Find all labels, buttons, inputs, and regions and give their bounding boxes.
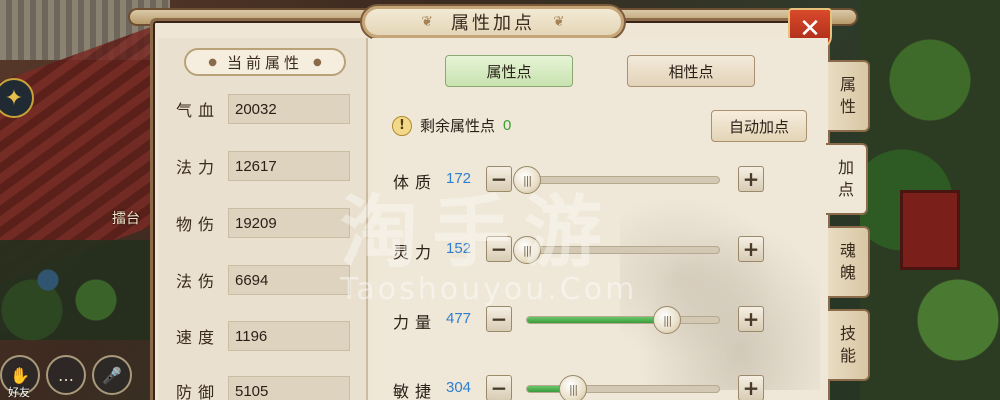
attr-value: 19209 <box>228 208 350 238</box>
slider-row-agility: 敏捷 304 − ||| + <box>393 375 773 400</box>
slider-thumb[interactable]: ||| <box>559 375 588 400</box>
flower-bush <box>0 240 160 340</box>
remaining-points-label: 剩余属性点 <box>420 117 496 135</box>
attr-value: 12617 <box>228 151 350 181</box>
attr-row-phys-damage: 物伤 19209 <box>176 208 356 238</box>
attr-row-hp: 气血 20032 <box>176 94 356 124</box>
slider-track[interactable]: ||| <box>513 166 720 194</box>
minus-button[interactable]: − <box>486 236 512 262</box>
attr-label: 法伤 <box>176 272 221 291</box>
attr-row-speed: 速度 1196 <box>176 321 356 351</box>
title-ornament-right-icon: ❦ <box>553 14 565 30</box>
minus-button[interactable]: − <box>486 375 512 400</box>
attr-value: 6694 <box>228 265 350 295</box>
current-attributes-title: 当前属性 <box>226 53 303 72</box>
slider-value: 152 <box>446 240 472 257</box>
plus-button[interactable]: + <box>738 166 764 192</box>
header-dot-right-icon: ● <box>313 56 322 68</box>
slider-thumb[interactable]: ||| <box>513 166 541 194</box>
plus-button[interactable]: + <box>738 236 764 262</box>
tab-attribute-points[interactable]: 属性点 <box>445 55 573 87</box>
side-tab-soul[interactable]: 魂魄 <box>828 226 870 298</box>
minus-button[interactable]: − <box>486 306 512 332</box>
attr-label: 气血 <box>176 101 221 120</box>
slider-label: 力量 <box>393 313 438 332</box>
slider-thumb[interactable]: ||| <box>653 306 682 334</box>
attr-label: 速度 <box>176 328 221 347</box>
window-title: 属性加点 <box>451 13 535 34</box>
attr-label: 防御 <box>176 383 221 400</box>
header-dot-left-icon: ● <box>208 56 217 68</box>
slider-track[interactable]: ||| <box>526 306 720 334</box>
side-tab-label: 加点 <box>837 158 854 199</box>
slider-row-strength: 力量 477 − ||| + <box>393 306 773 334</box>
red-building-facade <box>900 190 960 270</box>
tree-foliage <box>860 0 1000 400</box>
side-tab-label: 属性 <box>839 75 856 116</box>
attr-value: 1196 <box>228 321 350 351</box>
side-tab-label: 技能 <box>839 324 856 365</box>
window-title-plate: ❦ 属性加点 ❦ <box>360 4 626 40</box>
attr-row-magic-damage: 法伤 6694 <box>176 265 356 295</box>
arena-label: 擂台 <box>112 211 140 227</box>
slider-thumb[interactable]: ||| <box>513 236 541 264</box>
slider-label: 灵力 <box>393 243 438 262</box>
exclamation-icon: ! <box>392 115 412 136</box>
tab-affinity-points[interactable]: 相性点 <box>627 55 755 87</box>
slider-value: 304 <box>446 379 472 396</box>
attr-label: 物伤 <box>176 215 221 234</box>
attr-row-defense: 防御 5105 <box>176 376 356 400</box>
slider-row-spirit: 灵力 152 − ||| + <box>393 236 773 264</box>
title-ornament-left-icon: ❦ <box>421 14 433 30</box>
side-tab-attributes[interactable]: 属性 <box>828 60 870 132</box>
plus-button[interactable]: + <box>738 306 764 332</box>
attr-value: 20032 <box>228 94 350 124</box>
auto-allocate-button[interactable]: 自动加点 <box>711 110 807 142</box>
microphone-icon[interactable]: 🎤 <box>92 355 132 395</box>
current-attributes-header: ● 当前属性 ● <box>184 48 346 76</box>
slider-label: 敏捷 <box>393 382 438 400</box>
slider-label: 体质 <box>393 173 438 192</box>
side-tab-label: 魂魄 <box>839 241 856 282</box>
remaining-points-value: 0 <box>503 117 512 134</box>
side-tab-allocate[interactable]: 加点 <box>826 143 868 215</box>
plus-button[interactable]: + <box>738 375 764 400</box>
slider-track[interactable]: ||| <box>526 375 720 400</box>
attr-label: 法力 <box>176 158 221 177</box>
slider-fill <box>527 317 668 323</box>
chat-icon[interactable]: … <box>46 355 86 395</box>
slider-track[interactable]: ||| <box>513 236 720 264</box>
friends-label: 好友 <box>8 386 30 399</box>
slider-value: 172 <box>446 170 472 187</box>
slider-row-constitution: 体质 172 − ||| + <box>393 166 773 194</box>
attr-row-mana: 法力 12617 <box>176 151 356 181</box>
attr-value: 5105 <box>228 376 350 400</box>
slider-value: 477 <box>446 310 472 327</box>
point-allocation-area <box>372 38 828 400</box>
remaining-points: ! 剩余属性点 0 <box>392 115 511 136</box>
side-tab-skills[interactable]: 技能 <box>828 309 870 381</box>
minus-button[interactable]: − <box>486 166 512 192</box>
